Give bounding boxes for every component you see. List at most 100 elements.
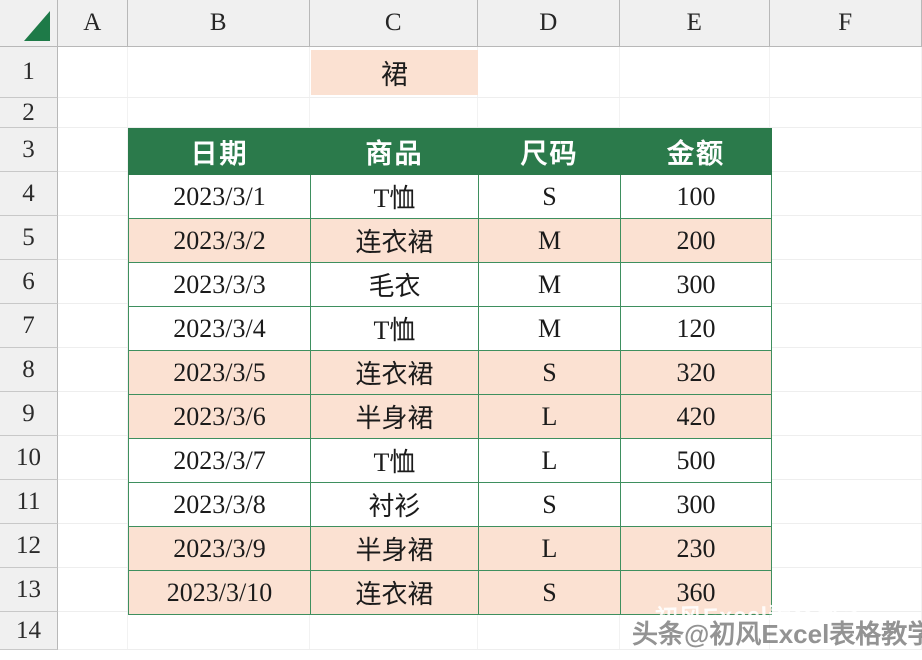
sales-data-table[interactable]: 日期 商品 尺码 金额 2023/3/1 T恤 S 100 2023/3/2 连衣裙 M 20… <box>128 128 772 615</box>
cell-size[interactable]: L <box>478 394 621 439</box>
row-header-2[interactable]: 2 <box>0 98 58 128</box>
cell-date[interactable]: 2023/3/1 <box>128 174 311 219</box>
table-row[interactable]: 2023/3/5 连衣裙 S 320 <box>128 350 772 395</box>
cell-size[interactable]: M <box>478 306 621 351</box>
table-row[interactable]: 2023/3/1 T恤 S 100 <box>128 174 772 219</box>
grid-cell[interactable] <box>310 98 478 127</box>
grid-cell[interactable] <box>770 524 922 567</box>
column-header-e[interactable]: E <box>620 0 770 47</box>
grid-cell[interactable] <box>770 172 922 215</box>
row-header-10[interactable]: 10 <box>0 436 58 480</box>
row-header-8[interactable]: 8 <box>0 348 58 392</box>
cell-date[interactable]: 2023/3/5 <box>128 350 311 395</box>
column-header-size[interactable]: 尺码 <box>478 128 621 175</box>
cell-date[interactable]: 2023/3/6 <box>128 394 311 439</box>
grid-cell[interactable] <box>770 480 922 523</box>
cell-amount[interactable]: 230 <box>620 526 772 571</box>
grid-cell[interactable] <box>478 612 620 649</box>
row-header-7[interactable]: 7 <box>0 304 58 348</box>
grid-row[interactable] <box>58 612 922 650</box>
cell-size[interactable]: S <box>478 350 621 395</box>
table-row[interactable]: 2023/3/4 T恤 M 120 <box>128 306 772 351</box>
grid-cell[interactable] <box>770 304 922 347</box>
select-all-corner[interactable] <box>0 0 58 47</box>
column-header-date[interactable]: 日期 <box>128 128 311 175</box>
cell-date[interactable]: 2023/3/8 <box>128 482 311 527</box>
row-header-3[interactable]: 3 <box>0 128 58 172</box>
table-row[interactable]: 2023/3/10 连衣裙 S 360 <box>128 570 772 615</box>
cell-date[interactable]: 2023/3/9 <box>128 526 311 571</box>
grid-cell[interactable] <box>58 436 128 479</box>
grid-cell[interactable] <box>770 47 922 97</box>
cell-amount[interactable]: 500 <box>620 438 772 483</box>
cell-amount[interactable]: 420 <box>620 394 772 439</box>
cell-date[interactable]: 2023/3/4 <box>128 306 311 351</box>
cell-item[interactable]: T恤 <box>310 306 479 351</box>
row-header-4[interactable]: 4 <box>0 172 58 216</box>
cell-item[interactable]: 衬衫 <box>310 482 479 527</box>
grid-cell[interactable] <box>128 612 310 649</box>
row-header-9[interactable]: 9 <box>0 392 58 436</box>
row-header-14[interactable]: 14 <box>0 612 58 650</box>
grid-cell[interactable] <box>58 260 128 303</box>
row-header-11[interactable]: 11 <box>0 480 58 524</box>
cell-item[interactable]: 半身裙 <box>310 526 479 571</box>
grid-cell[interactable] <box>58 392 128 435</box>
cell-date[interactable]: 2023/3/3 <box>128 262 311 307</box>
column-header-b[interactable]: B <box>128 0 310 47</box>
cell-amount[interactable]: 300 <box>620 482 772 527</box>
grid-cell[interactable] <box>770 568 922 611</box>
column-header-f[interactable]: F <box>770 0 922 47</box>
grid-cell[interactable] <box>770 392 922 435</box>
grid-cell[interactable] <box>128 47 310 97</box>
grid-cell[interactable] <box>58 128 128 171</box>
cell-size[interactable]: M <box>478 262 621 307</box>
cell-amount[interactable]: 100 <box>620 174 772 219</box>
cell-size[interactable]: S <box>478 482 621 527</box>
grid-cell[interactable] <box>770 216 922 259</box>
column-header-d[interactable]: D <box>478 0 620 47</box>
table-row[interactable]: 2023/3/9 半身裙 L 230 <box>128 526 772 571</box>
grid-cell[interactable] <box>58 304 128 347</box>
grid-cell[interactable] <box>310 612 478 649</box>
grid-cell[interactable] <box>478 47 620 97</box>
grid-cell[interactable] <box>770 436 922 479</box>
table-row[interactable]: 2023/3/3 毛衣 M 300 <box>128 262 772 307</box>
grid-cell[interactable] <box>620 98 770 127</box>
column-header-amount[interactable]: 金额 <box>620 128 772 175</box>
grid-row[interactable] <box>58 98 922 128</box>
grid-cell[interactable] <box>58 524 128 567</box>
cell-amount[interactable]: 120 <box>620 306 772 351</box>
grid-cell[interactable] <box>58 216 128 259</box>
column-header-a[interactable]: A <box>58 0 128 47</box>
grid-cell[interactable] <box>620 47 770 97</box>
grid-cell[interactable] <box>58 172 128 215</box>
grid-cell[interactable] <box>770 260 922 303</box>
cell-date[interactable]: 2023/3/2 <box>128 218 311 263</box>
grid-cell[interactable] <box>58 348 128 391</box>
table-row[interactable]: 2023/3/6 半身裙 L 420 <box>128 394 772 439</box>
cell-size[interactable]: L <box>478 438 621 483</box>
grid-cell[interactable] <box>128 98 310 127</box>
cell-item[interactable]: 连衣裙 <box>310 570 479 615</box>
cell-size[interactable]: M <box>478 218 621 263</box>
row-header-13[interactable]: 13 <box>0 568 58 612</box>
grid-cell[interactable] <box>58 98 128 127</box>
grid-cell[interactable] <box>58 612 128 649</box>
grid-cell[interactable] <box>58 568 128 611</box>
cell-amount[interactable]: 200 <box>620 218 772 263</box>
table-row[interactable]: 2023/3/8 衬衫 S 300 <box>128 482 772 527</box>
cell-item[interactable]: T恤 <box>310 174 479 219</box>
grid-cell[interactable] <box>58 480 128 523</box>
cell-size[interactable]: S <box>478 570 621 615</box>
cell-item[interactable]: 连衣裙 <box>310 218 479 263</box>
row-header-6[interactable]: 6 <box>0 260 58 304</box>
grid-cell[interactable] <box>770 98 922 127</box>
grid-cell[interactable] <box>58 47 128 97</box>
table-row[interactable]: 2023/3/7 T恤 L 500 <box>128 438 772 483</box>
cell-amount[interactable]: 360 <box>620 570 772 615</box>
grid-row[interactable] <box>58 47 922 98</box>
column-header-c[interactable]: C <box>310 0 478 47</box>
grid-cell[interactable] <box>620 612 770 649</box>
row-header-1[interactable]: 1 <box>0 47 58 98</box>
